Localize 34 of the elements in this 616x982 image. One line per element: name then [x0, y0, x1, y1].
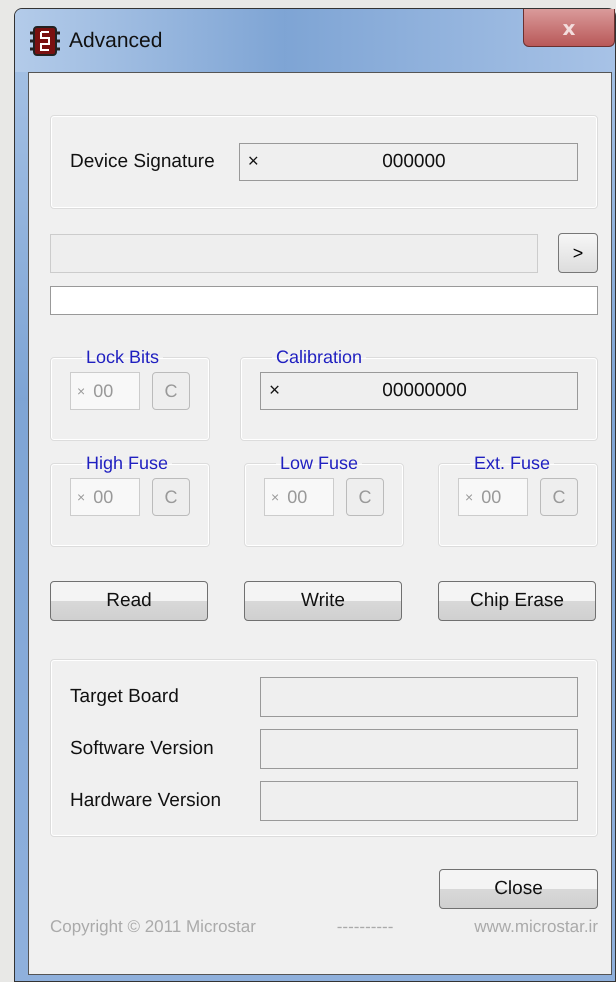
- calibration-value: 00000000: [381, 380, 468, 402]
- go-button[interactable]: >: [558, 233, 598, 273]
- group-label: Low Fuse: [279, 453, 360, 474]
- field-label: Software Version: [70, 738, 215, 760]
- group-label: Calibration: [275, 347, 364, 368]
- hex-value: 00: [93, 380, 114, 402]
- signature-field[interactable]: × 000000: [238, 143, 578, 181]
- hex-value: 00: [287, 486, 308, 508]
- action-button[interactable]: Read: [50, 581, 208, 621]
- action-button[interactable]: Chip Erase: [438, 581, 596, 621]
- hex-prefix: ×: [271, 489, 280, 505]
- hex-prefix: ×: [77, 383, 86, 399]
- hex-prefix: ×: [77, 489, 86, 505]
- close-window-button[interactable]: x: [523, 9, 615, 47]
- hex-prefix: ×: [465, 489, 474, 505]
- website-text: www.microstar.ir: [474, 917, 598, 937]
- action-button[interactable]: Write: [244, 581, 402, 621]
- window-title: Advanced: [69, 28, 162, 52]
- field-label: Target Board: [70, 686, 180, 708]
- group-label: Lock Bits: [85, 347, 160, 368]
- calibration-field[interactable]: × 00000000: [260, 372, 578, 410]
- field-label: Device Signature: [70, 151, 215, 173]
- group-label: High Fuse: [85, 453, 170, 474]
- group-label: Ext. Fuse: [473, 453, 552, 474]
- hex-prefix: ×: [248, 151, 259, 173]
- hex-prefix: ×: [269, 380, 280, 402]
- field-label: Hardware Version: [70, 790, 222, 812]
- hex-value: 00: [481, 486, 502, 508]
- path-field[interactable]: [50, 234, 538, 272]
- hex-value: 00: [93, 486, 114, 508]
- separator-text: ----------: [336, 917, 394, 937]
- signature-value: 000000: [381, 151, 447, 173]
- close-button[interactable]: Close: [439, 869, 598, 909]
- copyright-text: Copyright © 2011 Microstar: [50, 917, 256, 937]
